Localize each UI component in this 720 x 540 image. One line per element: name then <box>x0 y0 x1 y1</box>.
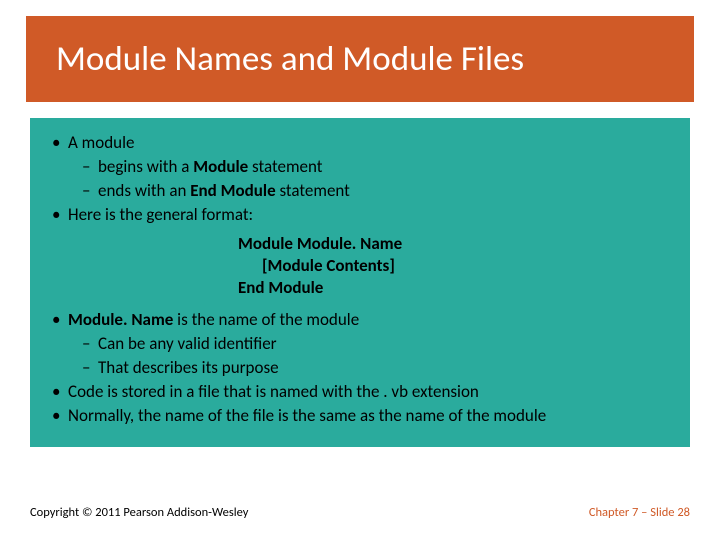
text-bold: Module. Name <box>68 309 173 330</box>
text: ends with an <box>98 180 190 201</box>
content-area: A module begins with a Module statement … <box>30 118 690 447</box>
chapter-label: Chapter 7 – Slide 28 <box>589 505 690 520</box>
bullet-item: Module. Name is the name of the module C… <box>42 309 678 380</box>
bullet-text: A module <box>68 132 134 153</box>
bullet-text: Code is stored in a file that is named w… <box>68 381 479 402</box>
footer: Copyright © 2011 Pearson Addison-Wesley … <box>30 505 690 520</box>
text: is the name of the module <box>173 309 359 330</box>
text-bold: Module <box>193 156 248 177</box>
bullet-list-top: A module begins with a Module statement … <box>42 132 678 227</box>
dash-item: begins with a Module statement <box>68 156 678 179</box>
text: begins with a <box>98 156 193 177</box>
bullet-text: Here is the general format: <box>68 204 253 225</box>
dash-item: Can be any valid identifier <box>68 333 678 356</box>
bullet-item: A module begins with a Module statement … <box>42 132 678 203</box>
dash-item: That describes its purpose <box>68 357 678 380</box>
bullet-text: Normally, the name of the file is the sa… <box>68 405 546 426</box>
code-block: Module Module. Name [Module Contents] En… <box>238 233 678 299</box>
code-line: Module Module. Name <box>238 233 678 255</box>
bullet-item: Code is stored in a file that is named w… <box>42 381 678 404</box>
dash-item: ends with an End Module statement <box>68 180 678 203</box>
text: That describes its purpose <box>98 357 279 378</box>
text: Can be any valid identifier <box>98 333 277 354</box>
text: statement <box>276 180 350 201</box>
copyright-text: Copyright © 2011 Pearson Addison-Wesley <box>30 505 248 520</box>
code-line: End Module <box>238 277 678 299</box>
bullet-item: Normally, the name of the file is the sa… <box>42 405 678 428</box>
text: statement <box>248 156 322 177</box>
bullet-list-bottom: Module. Name is the name of the module C… <box>42 309 678 428</box>
bullet-item: Here is the general format: <box>42 204 678 227</box>
dash-list: Can be any valid identifier That describ… <box>68 333 678 380</box>
title-bar: Module Names and Module Files <box>26 16 694 102</box>
code-line: [Module Contents] <box>238 255 678 277</box>
text-bold: End Module <box>190 180 275 201</box>
dash-list: begins with a Module statement ends with… <box>68 156 678 203</box>
slide-title: Module Names and Module Files <box>56 38 524 80</box>
